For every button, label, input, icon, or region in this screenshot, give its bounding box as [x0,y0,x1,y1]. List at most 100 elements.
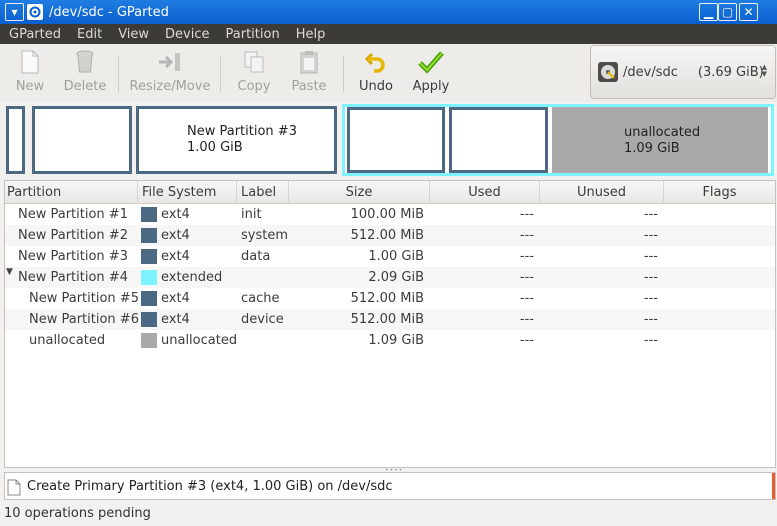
cell-unused: --- [643,228,658,243]
cell-fs: extended [161,270,223,285]
operation-document-icon [7,479,21,496]
cell-size: 2.09 GiB [368,270,424,285]
delete-button[interactable]: Delete [62,49,108,97]
toolbar-separator [118,56,119,92]
column-flags[interactable]: Flags [664,181,775,204]
table-row[interactable]: New Partition #1 ext4 init 100.00 MiB --… [5,204,775,225]
cell-label: data [241,249,271,264]
map-partition-2[interactable] [30,104,134,176]
cell-used: --- [519,312,534,327]
minimize-icon: ▁ [703,5,714,19]
cell-unused: --- [643,270,658,285]
cell-label: system [241,228,288,243]
minimize-button[interactable]: ▁ [699,3,718,21]
status-bar: 10 operations pending [4,506,151,521]
cell-partition: New Partition #3 [18,249,128,264]
map-partition-3-name: New Partition #3 [187,124,297,139]
resize-move-button[interactable]: Resize/Move [129,49,211,97]
resize-move-label: Resize/Move [129,79,211,94]
close-button[interactable]: ✕ [739,3,758,21]
cell-size: 1.00 GiB [368,249,424,264]
pending-operations-list: Create Primary Partition #3 (ext4, 1.00 … [4,472,776,500]
toolbar-separator [343,56,344,92]
map-unallocated-size: 1.09 GiB [624,141,680,156]
partition-map: New Partition #3 1.00 GiB unallocated 1.… [4,104,774,176]
operations-scrollbar[interactable] [772,473,775,499]
device-size: (3.69 GiB) [697,64,764,80]
column-partition[interactable]: Partition [5,181,138,204]
delete-label: Delete [63,79,107,94]
cell-fs: ext4 [161,228,190,243]
cell-fs: ext4 [161,207,190,222]
fs-color-swatch [141,228,157,243]
map-unallocated[interactable]: unallocated 1.09 GiB [552,104,771,176]
column-used[interactable]: Used [430,181,540,204]
cell-fs: ext4 [161,312,190,327]
cell-partition: New Partition #6 [29,312,139,327]
table-row[interactable]: New Partition #3 ext4 data 1.00 GiB --- … [5,246,775,267]
copy-button[interactable]: Copy [236,49,272,97]
cell-size: 512.00 MiB [350,291,424,306]
close-icon: ✕ [743,5,754,19]
expander-triangle-icon[interactable]: ▼ [6,267,13,277]
fs-color-swatch [141,249,157,264]
column-file-system[interactable]: File System [138,181,237,204]
maximize-icon: ▢ [721,5,734,19]
cell-partition: New Partition #1 [18,207,128,222]
table-row[interactable]: New Partition #6 ext4 device 512.00 MiB … [5,309,775,330]
menu-device[interactable]: Device [156,27,216,42]
cell-unused: --- [643,333,658,348]
toolbar-separator [220,56,221,92]
trash-icon [72,49,98,75]
cell-used: --- [519,291,534,306]
map-partition-5[interactable] [345,104,447,176]
apply-button[interactable]: Apply [410,49,452,97]
operation-item[interactable]: Create Primary Partition #3 (ext4, 1.00 … [27,479,393,494]
column-size[interactable]: Size [289,181,430,204]
title-bar: ▾ /dev/sdc - GParted ▁ ▢ ✕ [0,0,777,24]
cell-label: init [241,207,262,222]
new-button[interactable]: New [13,49,47,97]
map-partition-6[interactable] [447,104,550,176]
paste-label: Paste [291,79,327,94]
cell-partition: New Partition #2 [18,228,128,243]
apply-label: Apply [412,79,450,94]
new-document-icon [17,49,43,75]
window-menu-button[interactable]: ▾ [5,3,24,21]
gparted-app-icon [27,4,43,20]
map-partition-3[interactable]: New Partition #3 1.00 GiB [134,104,339,176]
cell-size: 100.00 MiB [350,207,424,222]
table-row[interactable]: ▼ New Partition #4 extended 2.09 GiB ---… [5,267,775,288]
fs-color-swatch [141,312,157,327]
device-selector[interactable]: /dev/sdc (3.69 GiB) ▲ ▼ [590,45,776,99]
cell-unused: --- [643,207,658,222]
updown-arrows-icon: ▲ ▼ [761,63,767,78]
table-row[interactable]: New Partition #5 ext4 cache 512.00 MiB -… [5,288,775,309]
menu-gparted[interactable]: GParted [0,27,68,42]
checkmark-icon [418,49,444,75]
paste-icon [296,49,322,75]
partition-table: Partition File System Label Size Used Un… [4,180,776,468]
table-row[interactable]: unallocated unallocated 1.09 GiB --- --- [5,330,775,351]
cell-used: --- [519,228,534,243]
menu-partition[interactable]: Partition [217,27,287,42]
map-partition-1[interactable] [4,104,30,176]
menu-view[interactable]: View [109,27,156,42]
cell-used: --- [519,207,534,222]
undo-label: Undo [359,79,393,94]
cell-unused: --- [643,249,658,264]
menu-edit[interactable]: Edit [68,27,109,42]
menu-help[interactable]: Help [287,27,333,42]
column-unused[interactable]: Unused [540,181,664,204]
cell-partition: unallocated [29,333,106,348]
undo-icon [363,49,389,75]
cell-partition: New Partition #4 [18,270,128,285]
undo-button[interactable]: Undo [358,49,394,97]
device-name: /dev/sdc [623,64,678,80]
paste-button[interactable]: Paste [290,49,328,97]
table-row[interactable]: New Partition #2 ext4 system 512.00 MiB … [5,225,775,246]
column-label[interactable]: Label [237,181,289,204]
cell-unused: --- [643,291,658,306]
maximize-button[interactable]: ▢ [718,3,737,21]
new-label: New [15,79,45,94]
